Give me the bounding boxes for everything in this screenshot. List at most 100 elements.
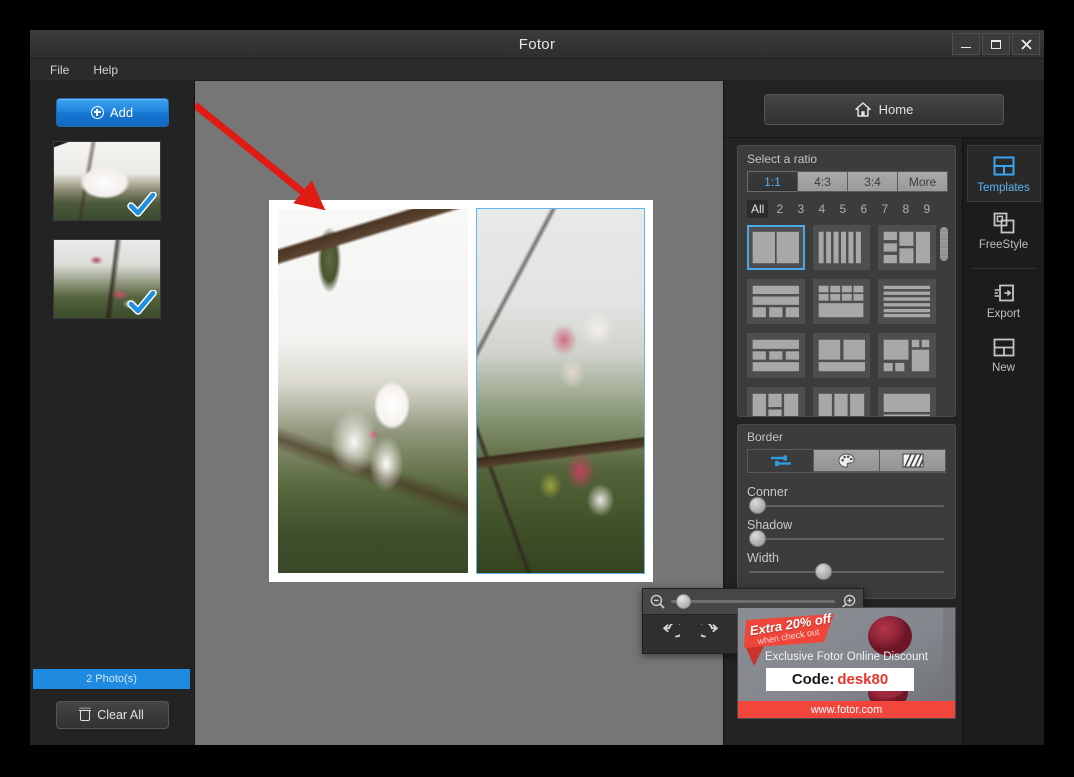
photo-thumbnail-list (30, 141, 194, 669)
count-filter-all[interactable]: All (747, 200, 769, 218)
export-arrow-icon (994, 284, 1014, 302)
ratio-button-1-1[interactable]: 1:1 (747, 171, 798, 192)
template-mixed-grid[interactable] (878, 225, 936, 270)
clear-all-label: Clear All (97, 708, 144, 722)
count-filter-5[interactable]: 5 (833, 200, 852, 218)
new-layout-icon (993, 338, 1014, 357)
right-split: Select a ratio 1:1 4:3 3:4 More All 2 3 … (724, 138, 1044, 745)
zoom-slider-handle[interactable] (676, 594, 691, 609)
rotate-right-button[interactable] (696, 619, 726, 649)
add-photos-button[interactable]: Add (55, 98, 169, 127)
clear-all-container: Clear All (30, 689, 194, 745)
maximize-button[interactable] (982, 33, 1010, 55)
template-scrollbar-thumb[interactable] (940, 227, 948, 261)
close-button[interactable] (1012, 33, 1040, 55)
home-bar: Home (724, 81, 1044, 138)
photo-thumbnail-1[interactable] (53, 141, 161, 221)
menu-bar: File Help (30, 59, 1044, 81)
rail-item-templates-label: Templates (977, 182, 1030, 194)
shadow-slider-handle[interactable] (749, 530, 766, 547)
collage-board[interactable] (269, 200, 653, 582)
border-tab-separator (747, 472, 946, 473)
count-filter-3[interactable]: 3 (791, 200, 810, 218)
rotate-left-button[interactable] (655, 619, 685, 649)
rail-item-new[interactable]: New (967, 328, 1041, 382)
corner-slider-row: Conner (747, 485, 946, 514)
ratio-button-more[interactable]: More (897, 171, 948, 192)
template-scrollbar[interactable] (940, 227, 948, 414)
template-stacked-bars[interactable] (878, 387, 936, 416)
photo-count-filter-group: All 2 3 4 5 6 7 8 9 (747, 200, 948, 218)
rail-item-freestyle-label: FreeStyle (978, 239, 1029, 251)
minimize-button[interactable] (952, 33, 980, 55)
template-2-vertical-split[interactable] (747, 225, 805, 270)
width-slider-handle[interactable] (815, 563, 833, 580)
template-6-columns[interactable] (812, 225, 871, 270)
border-adjust-tab[interactable] (747, 449, 814, 472)
shadow-slider-track[interactable] (749, 530, 944, 547)
home-icon (854, 101, 871, 117)
magnifier-minus-icon[interactable] (650, 594, 665, 609)
template-scroll-area[interactable] (747, 225, 948, 416)
menu-item-file[interactable]: File (40, 61, 79, 79)
zoom-slider-track[interactable] (671, 594, 835, 609)
corner-slider-track[interactable] (749, 497, 944, 514)
corner-slider-label: Conner (747, 485, 788, 499)
ratio-button-3-4[interactable]: 3:4 (847, 171, 898, 192)
template-banner-3-banner[interactable] (747, 333, 805, 378)
promo-code-box: Code: desk80 (766, 668, 914, 691)
window-controls (952, 33, 1040, 55)
collage-image-right (477, 209, 644, 573)
collage-cell-left[interactable] (278, 209, 468, 573)
template-2-rows-3-cells[interactable] (747, 279, 805, 324)
right-panel: Home Select a ratio 1:1 4:3 3:4 More All… (724, 81, 1044, 745)
template-left-stack[interactable] (747, 387, 805, 416)
count-filter-2[interactable]: 2 (770, 200, 789, 218)
template-large-with-smalls[interactable] (878, 333, 936, 378)
plus-circle-icon (90, 106, 104, 119)
template-2-cells-banner[interactable] (812, 333, 871, 378)
photo-thumbnail-2[interactable] (53, 239, 161, 319)
count-filter-9[interactable]: 9 (917, 200, 936, 218)
count-filter-6[interactable]: 6 (854, 200, 873, 218)
rail-item-export[interactable]: Export (967, 273, 1041, 328)
count-filter-4[interactable]: 4 (812, 200, 831, 218)
home-button[interactable]: Home (764, 93, 1004, 125)
blue-checkmark-icon (127, 290, 157, 315)
width-slider-row: Width (747, 551, 946, 580)
promo-banner[interactable]: Extra 20% off when check out Exclusive F… (737, 607, 956, 719)
main-body: Add 2 Photo(s) Clear All Home Select a r… (30, 81, 1044, 745)
count-filter-8[interactable]: 8 (896, 200, 915, 218)
promo-url-bar[interactable]: www.fotor.com (738, 701, 955, 718)
template-8-top-1-bottom[interactable] (812, 279, 871, 324)
template-6-stripes[interactable] (878, 279, 936, 324)
ratio-section-title: Select a ratio (747, 152, 818, 166)
rail-item-freestyle[interactable]: FreeStyle (967, 202, 1041, 259)
rail-item-export-label: Export (986, 308, 1021, 320)
corner-slider-handle[interactable] (749, 497, 766, 514)
menu-item-help[interactable]: Help (83, 61, 128, 79)
photo-count-status[interactable]: 2 Photo(s) (33, 669, 190, 689)
collage-cell-right[interactable] (476, 208, 645, 574)
canvas-area[interactable] (195, 81, 864, 745)
width-slider-track[interactable] (749, 563, 944, 580)
application-window: Fotor File Help Add 2 Photo(s) Clear All… (30, 30, 1044, 745)
ratio-button-group: 1:1 4:3 3:4 More (747, 171, 948, 192)
templates-grid-icon (993, 156, 1014, 176)
ratio-button-4-3[interactable]: 4:3 (797, 171, 848, 192)
shadow-slider-label: Shadow (747, 518, 793, 532)
template-three-columns[interactable] (812, 387, 871, 416)
clear-all-button[interactable]: Clear All (55, 701, 169, 729)
count-filter-7[interactable]: 7 (875, 200, 894, 218)
border-section-title: Border (747, 430, 784, 444)
right-content: Select a ratio 1:1 4:3 3:4 More All 2 3 … (724, 138, 962, 745)
border-pattern-tab[interactable] (879, 449, 946, 472)
border-tab-group (747, 449, 946, 472)
border-color-tab[interactable] (813, 449, 880, 472)
palette-icon (838, 453, 855, 468)
width-slider-label: Width (747, 551, 779, 565)
photo-tray-panel: Add 2 Photo(s) Clear All (30, 81, 195, 745)
rail-item-templates[interactable]: Templates (966, 145, 1041, 202)
title-bar: Fotor (30, 30, 1044, 59)
border-section: Border Conner Shadow Width (737, 424, 956, 599)
